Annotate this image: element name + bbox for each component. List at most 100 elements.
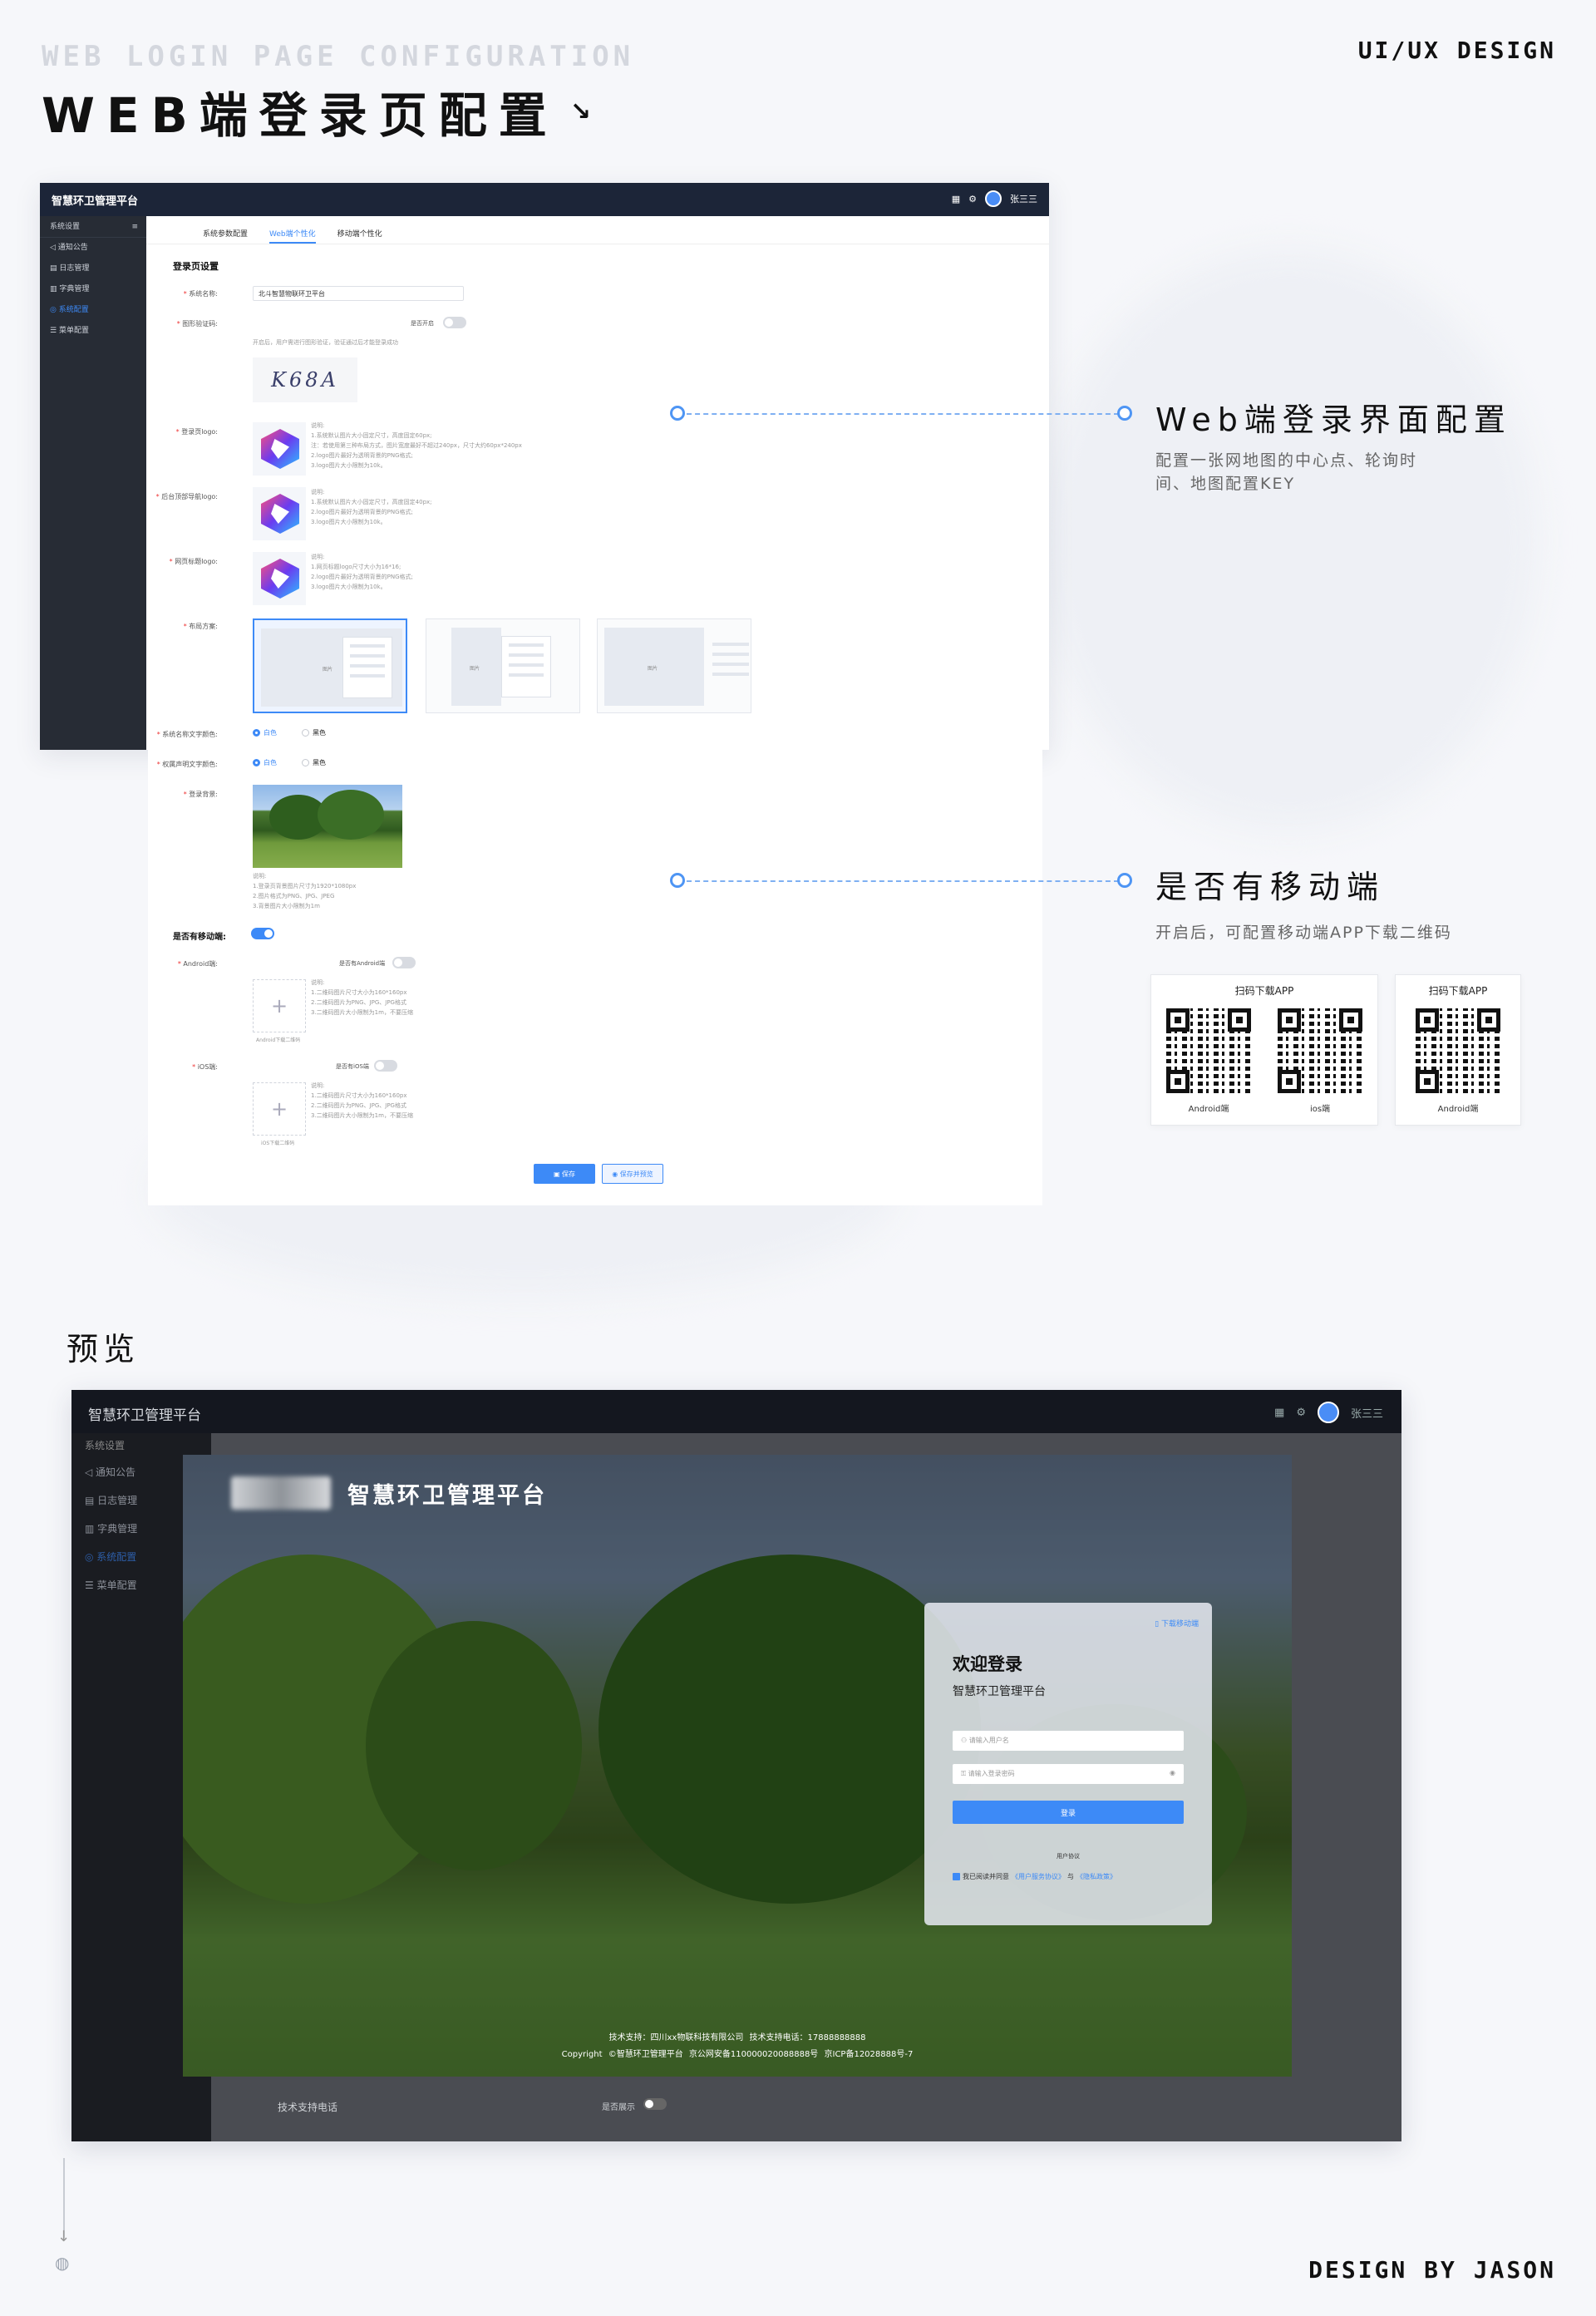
admin-toolbar: ▦ ⚙ 张三三	[952, 190, 1037, 207]
username-input[interactable]: ⚇ 请输入用户名	[953, 1731, 1184, 1751]
qr-caption: Android端	[1188, 1105, 1229, 1114]
sys-name-input[interactable]: 北斗智慧物联环卫平台	[253, 286, 464, 301]
layout-option-3[interactable]: 图片	[597, 618, 751, 713]
preview-icon: ◉	[612, 1170, 620, 1178]
design-credit: DESIGN BY JASON	[1308, 2256, 1556, 2284]
tab-mobile-custom[interactable]: 移动端个性化	[337, 228, 382, 244]
scroll-indicator-line	[63, 2158, 65, 2238]
avatar[interactable]	[985, 190, 1002, 207]
service-agreement-link[interactable]: 《用户服务协议》	[1012, 1872, 1065, 1881]
qr-code-android	[1416, 1008, 1500, 1093]
ios-qr-upload[interactable]: +	[253, 1082, 306, 1136]
radio-label: 白色	[264, 759, 277, 766]
avatar[interactable]	[1317, 1402, 1339, 1423]
sidebar-item-label: 日志管理	[97, 1495, 138, 1506]
download-mobile-link[interactable]: ▯ 下载移动端	[1155, 1618, 1199, 1629]
name-color-radio: 白色 黑色	[253, 728, 326, 737]
tip-line: 2.logo图片最好为透明背景的PNG格式;	[311, 452, 413, 459]
agree-checkbox[interactable]	[953, 1873, 960, 1880]
gear-icon[interactable]: ⚙	[1296, 1407, 1306, 1419]
qr-card-two: 扫码下载APP Android端 ios端	[1150, 974, 1378, 1126]
save-preview-button[interactable]: ◉ 保存并预览	[602, 1164, 663, 1184]
radio-black[interactable]: 黑色	[302, 728, 326, 737]
qr-card-title: 扫码下载APP	[1234, 985, 1294, 997]
english-title: WEB LOGIN PAGE CONFIGURATION	[42, 40, 635, 73]
tip-line: 1.网页标题logo尺寸大小为16*16;	[311, 564, 401, 570]
tip-line: 说明:	[311, 489, 325, 495]
login-card: ▯ 下载移动端 欢迎登录 智慧环卫管理平台 ⚇ 请输入用户名 ⚿ 请输入登录密码…	[924, 1603, 1212, 1925]
sidebar-item-label: 菜单配置	[58, 327, 89, 335]
logo-icon	[261, 494, 299, 534]
tip-line: 2.二维码图片为PNG、JPG、JPG格式	[311, 1102, 406, 1109]
log-icon: ▤	[50, 264, 60, 273]
settings-icon: ◎	[50, 306, 59, 314]
radio-white[interactable]: 白色	[253, 758, 277, 767]
tip-line: 2.logo图片最好为透明背景的PNG格式;	[311, 574, 413, 580]
captcha-image: K68A	[253, 357, 357, 402]
tip-line: 1.系统默认图片大小固定尺寸，高度固定60px;	[311, 432, 432, 439]
sidebar-item-notice[interactable]: ◁ 通知公告	[40, 238, 146, 259]
menu-icon: ☰	[50, 327, 59, 335]
radio-black[interactable]: 黑色	[302, 758, 326, 767]
tab-logo-label: 网页标题logo:	[175, 558, 218, 565]
captcha-switch[interactable]	[443, 317, 466, 328]
apps-icon[interactable]: ▦	[952, 194, 960, 204]
sidebar-item-label: 系统配置	[96, 1551, 137, 1563]
tip-line: 3.logo图片大小限制为10k。	[311, 584, 387, 590]
ios-switch[interactable]	[374, 1060, 397, 1072]
captcha-tip: 开启后，用户需进行图形验证，验证通过后才能登录成功	[253, 339, 398, 346]
user-name[interactable]: 张三三	[1351, 1405, 1383, 1421]
annotation-dot	[1117, 873, 1132, 888]
sidebar-head-label: 系统设置	[85, 1440, 126, 1451]
tab-logo-upload[interactable]	[253, 552, 306, 605]
arrow-down-icon: ↓	[57, 2228, 71, 2245]
apps-icon[interactable]: ▦	[1274, 1407, 1284, 1419]
layout-option-1[interactable]: 图片	[253, 618, 407, 713]
android-qr-upload[interactable]: +	[253, 979, 306, 1032]
login-button[interactable]: 登录	[953, 1801, 1184, 1824]
layout-option-2[interactable]: 图片	[426, 618, 580, 713]
preview-screenshot: 智慧环卫管理平台 ▦ ⚙ 张三三 系统设置 ◁ 通知公告 ▤ 日志管理 ▥ 字典…	[71, 1390, 1401, 2141]
collapse-icon[interactable]: ≡	[131, 216, 138, 238]
book-icon: ▥	[50, 285, 60, 293]
logo-icon	[261, 559, 299, 599]
ios-caption: iOS下载二维码	[261, 1141, 295, 1146]
privacy-policy-link[interactable]: 《隐私政策》	[1076, 1872, 1116, 1881]
login-subtitle: 智慧环卫管理平台	[953, 1685, 1046, 1698]
config-tabs: 系统参数配置 Web端个性化 移动端个性化	[146, 216, 1049, 244]
mobile-switch[interactable]	[251, 928, 274, 939]
bg-tips: 说明: 1.登录页背景图片尺寸为1920*1080px 2.图片格式为PNG、JPG…	[253, 871, 356, 911]
layout-tag: 图片	[470, 666, 480, 672]
eye-icon[interactable]: ◉	[1170, 1769, 1175, 1776]
android-switch[interactable]	[392, 957, 416, 968]
agree-and: 与	[1067, 1873, 1074, 1880]
tip-line: 说明:	[311, 422, 325, 429]
save-button[interactable]: ▣ 保存	[534, 1164, 595, 1184]
tip-line: 说明:	[311, 1082, 325, 1089]
field-label: * 布局方案:	[183, 623, 218, 630]
sidebar-item-label: 通知公告	[57, 244, 88, 252]
tab-logo-tips: 说明: 1.网页标题logo尺寸大小为16*16; 2.logo图片最好为透明背景的…	[311, 552, 413, 592]
login-bg-image[interactable]	[253, 785, 402, 868]
preview-bottom-row: 技术支持电话 是否展示	[211, 2077, 1401, 2141]
agree-text: 我已阅读并同意	[963, 1873, 1009, 1880]
tip-line: 说明:	[311, 554, 325, 560]
admin-logo-upload[interactable]	[253, 487, 306, 540]
login-logo-upload[interactable]	[253, 422, 306, 476]
radio-white[interactable]: 白色	[253, 728, 277, 737]
bottom-switch[interactable]	[643, 2098, 667, 2110]
sidebar-item-label: 字典管理	[59, 285, 90, 293]
field-label: * 系统名称:	[183, 290, 218, 298]
sidebar-item-log[interactable]: ▤ 日志管理	[40, 259, 146, 279]
android-tips: 说明: 1.二维码图片尺寸大小为160*160px 2.二维码图片为PNG、JPG、…	[311, 978, 413, 1018]
qr-caption: ios端	[1309, 1105, 1331, 1114]
layout-tag: 图片	[648, 666, 658, 672]
bg-shape	[1039, 249, 1538, 831]
password-input[interactable]: ⚿ 请输入登录密码 ◉	[953, 1764, 1184, 1784]
user-name[interactable]: 张三三	[1010, 192, 1037, 205]
tab-web-custom[interactable]: Web端个性化	[269, 228, 316, 244]
tab-system-params[interactable]: 系统参数配置	[203, 228, 248, 244]
gear-icon[interactable]: ⚙	[968, 194, 977, 204]
globe-icon: ◍	[55, 2253, 70, 2273]
sidebar-item-config[interactable]: ◎ 系统配置	[40, 300, 146, 321]
